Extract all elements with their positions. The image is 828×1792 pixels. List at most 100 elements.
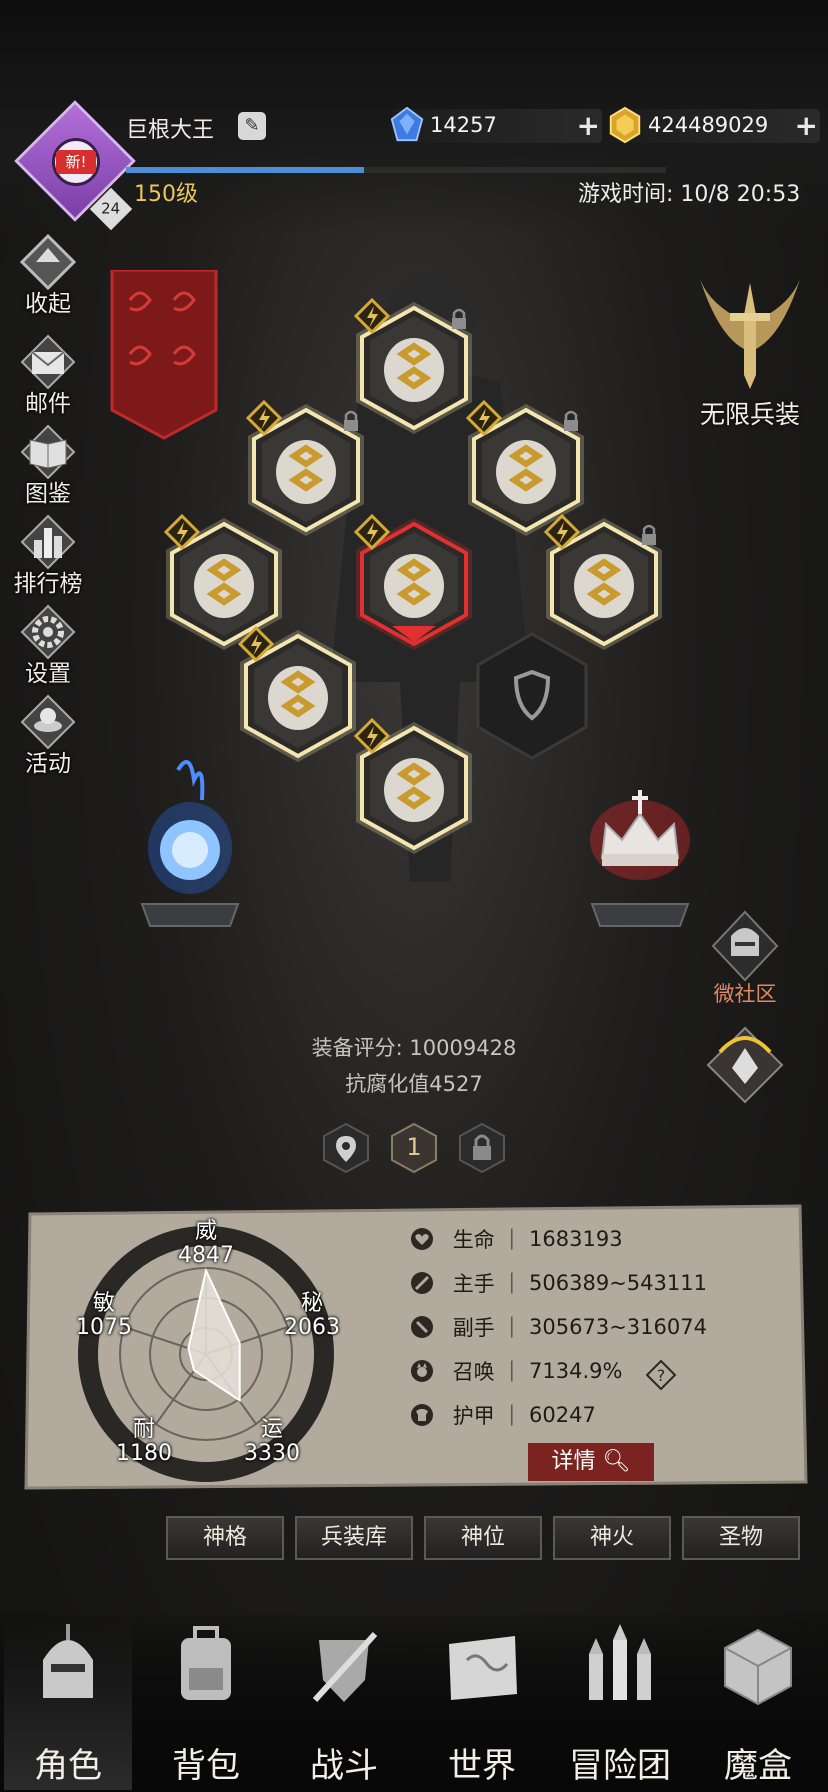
corruption-resist: 抗腐化值4527 — [345, 1072, 483, 1096]
side-item-settings[interactable]: 设置 — [10, 602, 86, 692]
gem-counter: 14257 + — [390, 106, 602, 143]
unlimited-equipment-button[interactable]: 无限兵装 — [680, 275, 820, 431]
stat-row-offhand: 副手 ｜ 305673~316074 — [410, 1312, 707, 1352]
stat-separator: ｜ — [494, 1272, 530, 1296]
winged-sword-icon — [700, 279, 800, 389]
crown-relic[interactable] — [580, 780, 700, 930]
svg-text:?: ? — [657, 1366, 666, 1385]
chest-item-icon — [384, 554, 444, 618]
lock-icon — [564, 410, 578, 431]
equip-slot-weapon[interactable] — [236, 626, 360, 766]
equip-slot-helmet[interactable] — [352, 298, 476, 438]
stat-separator: ｜ — [494, 1360, 530, 1384]
stat-separator: ｜ — [494, 1228, 530, 1252]
nav-label: 魔盒 — [724, 1746, 792, 1786]
community-button[interactable]: 微社区 — [700, 908, 790, 1008]
stat-value: 60247 — [529, 1403, 596, 1427]
stat-value: 305673~316074 — [529, 1315, 707, 1339]
equipment-score: 装备评分: 10009428 — [311, 1036, 517, 1060]
red-banner[interactable] — [110, 270, 218, 440]
nav-adventure-team[interactable]: 冒险团 — [556, 1620, 684, 1790]
radar-nai: 耐 1180 — [108, 1418, 180, 1466]
nav-label: 战斗 — [310, 1746, 378, 1786]
loadout-slot-1[interactable]: 1 — [388, 1122, 440, 1174]
ranking-icon — [20, 514, 76, 570]
heart-icon — [411, 1228, 433, 1250]
weapon-item-icon — [268, 666, 328, 730]
scarf-item-icon — [384, 338, 444, 402]
equip-slot-chest[interactable] — [352, 514, 476, 654]
tab-armory[interactable]: 兵装库 — [295, 1516, 413, 1560]
cloak-item-icon — [574, 554, 634, 618]
helmet-icon — [43, 1624, 93, 1698]
cube-icon — [724, 1628, 792, 1706]
xp-bar-fill — [126, 167, 364, 173]
nav-label: 冒险团 — [569, 1746, 671, 1786]
details-button[interactable]: 详情 🔍︎ — [528, 1443, 654, 1481]
radar-min-label: 敏 — [92, 1291, 115, 1316]
side-item-mail[interactable]: 邮件 — [10, 332, 86, 422]
locked-slot-button[interactable] — [456, 1122, 508, 1174]
radar-yun: 运 3330 — [236, 1418, 308, 1466]
nav-backpack[interactable]: 背包 — [142, 1620, 270, 1790]
boots-item-icon — [384, 758, 444, 822]
battle-icon — [312, 1631, 378, 1703]
side-item-codex[interactable]: 图鉴 — [10, 422, 86, 512]
nav-magic-box[interactable]: 魔盒 — [694, 1620, 822, 1790]
stat-name: 副手 — [452, 1316, 495, 1340]
empty-shield-slot[interactable] — [476, 632, 588, 760]
mail-icon — [20, 334, 76, 390]
castle-icon — [589, 1624, 651, 1700]
gold-gem-icon — [609, 106, 641, 144]
radar-mi: 秘 2063 — [276, 1292, 348, 1340]
new-tag: 新! — [56, 150, 96, 174]
side-item-collapse[interactable]: 收起 — [10, 232, 86, 322]
gem-amount: 14257 — [430, 113, 497, 137]
nav-world[interactable]: 世界 — [418, 1620, 546, 1790]
tab-god-seat[interactable]: 神位 — [424, 1516, 542, 1560]
nav-label: 角色 — [34, 1746, 102, 1786]
radar-nai-label: 耐 — [132, 1417, 155, 1442]
edit-name-icon[interactable]: ✎ — [238, 112, 266, 140]
stat-row-hp: 生命 ｜ 1683193 — [410, 1224, 623, 1264]
armor-icon — [411, 1404, 433, 1426]
dagger-icon — [411, 1316, 433, 1338]
map-icon — [449, 1636, 517, 1700]
side-item-ranking[interactable]: 排行榜 — [10, 512, 86, 602]
orbs-item-icon — [496, 440, 556, 504]
details-label: 详情 — [551, 1449, 596, 1474]
event-icon — [20, 694, 76, 750]
nav-battle[interactable]: 战斗 — [280, 1620, 408, 1790]
radar-wei-value: 4847 — [178, 1243, 234, 1268]
lock-icon — [452, 308, 466, 329]
lock-icon — [642, 524, 656, 545]
add-gem-button[interactable]: + — [577, 112, 600, 140]
add-gold-button[interactable]: + — [795, 112, 818, 140]
radar-min-value: 1075 — [76, 1315, 132, 1340]
tab-divine-fire[interactable]: 神火 — [553, 1516, 671, 1560]
book-icon — [20, 424, 76, 480]
stat-separator: ｜ — [494, 1404, 530, 1428]
stat-name: 主手 — [452, 1272, 495, 1296]
stat-value: 7134.9% — [529, 1359, 623, 1383]
help-icon[interactable]: ? — [646, 1360, 676, 1390]
stat-row-summon: 召唤 ｜ 7134.9% — [410, 1356, 622, 1396]
game-time: 游戏时间: 10/8 20:53 — [578, 182, 801, 207]
stat-value: 1683193 — [529, 1227, 623, 1251]
level-badge-number: 24 — [101, 200, 121, 218]
side-item-events[interactable]: 活动 — [10, 692, 86, 782]
player-level: 150级 — [134, 182, 198, 207]
blue-gem-icon — [390, 106, 424, 142]
location-slot-button[interactable] — [320, 1122, 372, 1174]
radar-wei-label: 威 — [194, 1219, 217, 1244]
stat-value: 506389~543111 — [529, 1271, 707, 1295]
tab-relics[interactable]: 圣物 — [682, 1516, 800, 1560]
nav-character[interactable]: 角色 — [4, 1620, 132, 1790]
unlimited-equipment-label: 无限兵装 — [699, 400, 800, 429]
stat-name: 护甲 — [452, 1404, 495, 1428]
blue-orb-relic[interactable] — [130, 740, 250, 930]
side-item-label: 排行榜 — [13, 571, 83, 597]
equip-slot-boots[interactable] — [352, 718, 476, 858]
tab-divinity[interactable]: 神格 — [166, 1516, 284, 1560]
collapse-icon — [19, 233, 77, 291]
